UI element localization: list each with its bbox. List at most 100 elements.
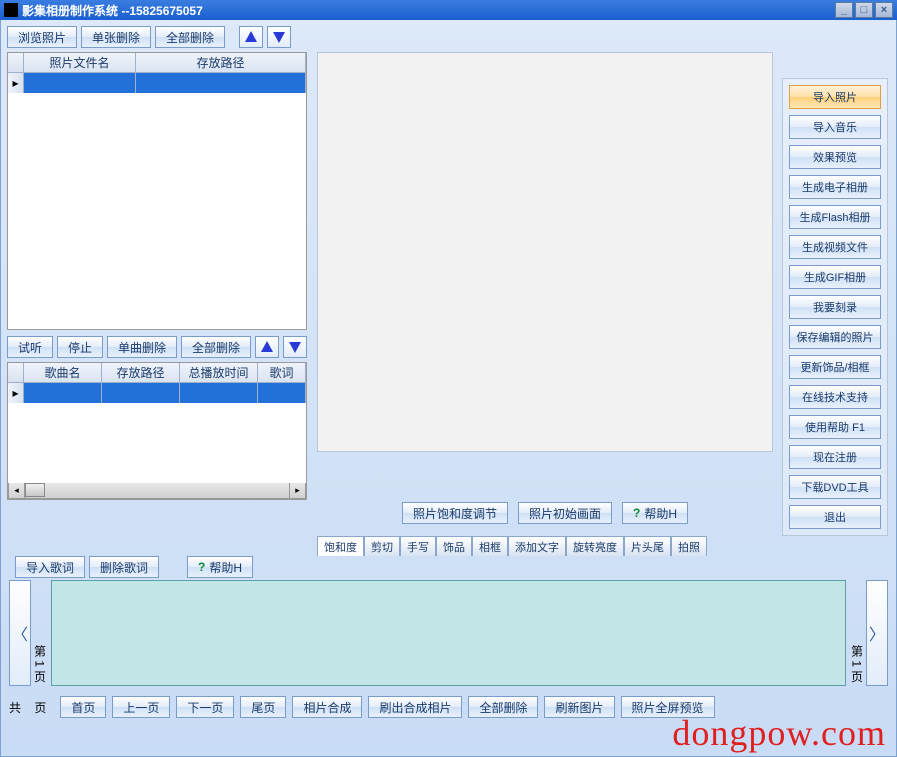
song-grid: 歌曲名 存放路径 总播放时间 歌词 ▸ ◂ ▸ xyxy=(7,362,307,500)
photo-toolbar: 浏览照片 单张删除 全部删除 xyxy=(7,26,307,48)
song-grid-header: 歌曲名 存放路径 总播放时间 歌词 xyxy=(8,363,306,383)
generate-ealbum-button[interactable]: 生成电子相册 xyxy=(789,175,881,199)
scroll-left-button[interactable]: ◂ xyxy=(9,483,25,498)
help-icon: ? xyxy=(198,560,205,574)
thumbnail-strip[interactable] xyxy=(51,580,846,686)
lyrics-help-button[interactable]: ?帮助H xyxy=(187,556,253,578)
preview-area xyxy=(317,52,773,452)
saturation-adjust-button[interactable]: 照片饱和度调节 xyxy=(402,502,508,524)
photo-grid-body[interactable]: ▸ xyxy=(8,73,306,329)
page-label-left: 第 1 页 xyxy=(31,580,49,686)
tab-handwrite[interactable]: 手写 xyxy=(400,536,436,556)
generate-gif-button[interactable]: 生成GIF相册 xyxy=(789,265,881,289)
song-up-button[interactable] xyxy=(255,336,279,358)
total-pages-label: 共 页 xyxy=(9,699,46,716)
workarea: 浏览照片 单张删除 全部删除 照片文件名 存放路径 ▸ xyxy=(0,20,897,757)
strip-prev-button[interactable]: 〈 xyxy=(9,580,31,686)
tab-ornament[interactable]: 饰品 xyxy=(436,536,472,556)
delete-single-photo-button[interactable]: 单张删除 xyxy=(81,26,151,48)
initial-frame-button[interactable]: 照片初始画面 xyxy=(518,502,612,524)
strip-next-button[interactable]: 〉 xyxy=(866,580,888,686)
burn-button[interactable]: 我要刻录 xyxy=(789,295,881,319)
save-edited-photo-button[interactable]: 保存编辑的照片 xyxy=(789,325,881,349)
stop-song-button[interactable]: 停止 xyxy=(57,336,103,358)
tab-saturation[interactable]: 饱和度 xyxy=(317,536,364,556)
scroll-track[interactable] xyxy=(25,483,289,498)
delete-all-photos-button[interactable]: 全部删除 xyxy=(155,26,225,48)
grid-corner xyxy=(8,363,24,383)
delete-lyrics-button[interactable]: 删除歌词 xyxy=(89,556,159,578)
col-photo-path[interactable]: 存放路径 xyxy=(136,53,306,73)
cell[interactable] xyxy=(136,73,306,93)
last-page-button[interactable]: 尾页 xyxy=(240,696,286,718)
tabs: 饱和度 剪切 手写 饰品 相框 添加文字 旋转亮度 片头尾 拍照 xyxy=(317,536,773,556)
tab-head-tail[interactable]: 片头尾 xyxy=(624,536,671,556)
col-song-name[interactable]: 歌曲名 xyxy=(24,363,102,383)
import-music-button[interactable]: 导入音乐 xyxy=(789,115,881,139)
close-button[interactable]: × xyxy=(875,2,893,18)
help-button[interactable]: ?帮助H xyxy=(622,502,688,524)
cell[interactable] xyxy=(180,383,258,403)
generate-video-button[interactable]: 生成视频文件 xyxy=(789,235,881,259)
cell[interactable] xyxy=(258,383,306,403)
download-dvd-tool-button[interactable]: 下载DVD工具 xyxy=(789,475,881,499)
bottom-delete-all-button[interactable]: 全部删除 xyxy=(468,696,538,718)
photo-down-button[interactable] xyxy=(267,26,291,48)
photo-grid-header: 照片文件名 存放路径 xyxy=(8,53,306,73)
window-title: 影集相册制作系统 --15825675057 xyxy=(22,2,833,19)
app-icon xyxy=(4,3,18,17)
photo-up-button[interactable] xyxy=(239,26,263,48)
table-row[interactable]: ▸ xyxy=(8,383,306,403)
import-photo-button[interactable]: 导入照片 xyxy=(789,85,881,109)
table-row[interactable]: ▸ xyxy=(8,73,306,93)
flush-composite-button[interactable]: 刷出合成相片 xyxy=(368,696,462,718)
preview-toolbar: 照片饱和度调节 照片初始画面 ?帮助H xyxy=(317,502,773,524)
row-marker: ▸ xyxy=(8,73,24,93)
tab-rotate-brightness[interactable]: 旋转亮度 xyxy=(566,536,624,556)
song-hscroll[interactable]: ◂ ▸ xyxy=(8,483,306,499)
arrow-up-icon xyxy=(260,340,274,354)
generate-flash-button[interactable]: 生成Flash相册 xyxy=(789,205,881,229)
right-sidebar: 导入照片 导入音乐 效果预览 生成电子相册 生成Flash相册 生成视频文件 生… xyxy=(782,78,888,536)
usage-help-button[interactable]: 使用帮助 F1 xyxy=(789,415,881,439)
watermark: dongpow.com xyxy=(672,712,886,754)
col-song-path[interactable]: 存放路径 xyxy=(102,363,180,383)
cell[interactable] xyxy=(24,73,136,93)
cell[interactable] xyxy=(102,383,180,403)
left-column: 浏览照片 单张删除 全部删除 照片文件名 存放路径 ▸ xyxy=(7,26,307,500)
minimize-button[interactable]: _ xyxy=(835,2,853,18)
register-now-button[interactable]: 现在注册 xyxy=(789,445,881,469)
delete-all-songs-button[interactable]: 全部删除 xyxy=(181,336,251,358)
help-icon: ? xyxy=(633,506,640,520)
song-down-button[interactable] xyxy=(283,336,307,358)
cell[interactable] xyxy=(24,383,102,403)
arrow-up-icon xyxy=(244,30,258,44)
online-support-button[interactable]: 在线技术支持 xyxy=(789,385,881,409)
prev-page-button[interactable]: 上一页 xyxy=(112,696,170,718)
update-assets-button[interactable]: 更新饰品/相框 xyxy=(789,355,881,379)
effect-preview-button[interactable]: 效果预览 xyxy=(789,145,881,169)
next-page-button[interactable]: 下一页 xyxy=(176,696,234,718)
delete-single-song-button[interactable]: 单曲删除 xyxy=(107,336,177,358)
col-song-lyrics[interactable]: 歌词 xyxy=(258,363,306,383)
tab-capture[interactable]: 拍照 xyxy=(671,536,707,556)
fullscreen-preview-button[interactable]: 照片全屏预览 xyxy=(621,696,715,718)
bottom-bar: 共 页 首页 上一页 下一页 尾页 相片合成 刷出合成相片 全部删除 刷新图片 … xyxy=(9,696,888,718)
song-grid-body[interactable]: ▸ xyxy=(8,383,306,483)
tab-frame[interactable]: 相框 xyxy=(472,536,508,556)
refresh-image-button[interactable]: 刷新图片 xyxy=(544,696,614,718)
import-lyrics-button[interactable]: 导入歌词 xyxy=(15,556,85,578)
preview-song-button[interactable]: 试听 xyxy=(7,336,53,358)
compose-photo-button[interactable]: 相片合成 xyxy=(292,696,362,718)
maximize-button[interactable]: □ xyxy=(855,2,873,18)
tab-cut[interactable]: 剪切 xyxy=(364,536,400,556)
scroll-right-button[interactable]: ▸ xyxy=(289,483,305,498)
row-marker: ▸ xyxy=(8,383,24,403)
browse-photos-button[interactable]: 浏览照片 xyxy=(7,26,77,48)
col-photo-filename[interactable]: 照片文件名 xyxy=(24,53,136,73)
scroll-thumb[interactable] xyxy=(25,483,45,497)
exit-button[interactable]: 退出 xyxy=(789,505,881,529)
first-page-button[interactable]: 首页 xyxy=(60,696,106,718)
tab-add-text[interactable]: 添加文字 xyxy=(508,536,566,556)
col-song-duration[interactable]: 总播放时间 xyxy=(180,363,258,383)
